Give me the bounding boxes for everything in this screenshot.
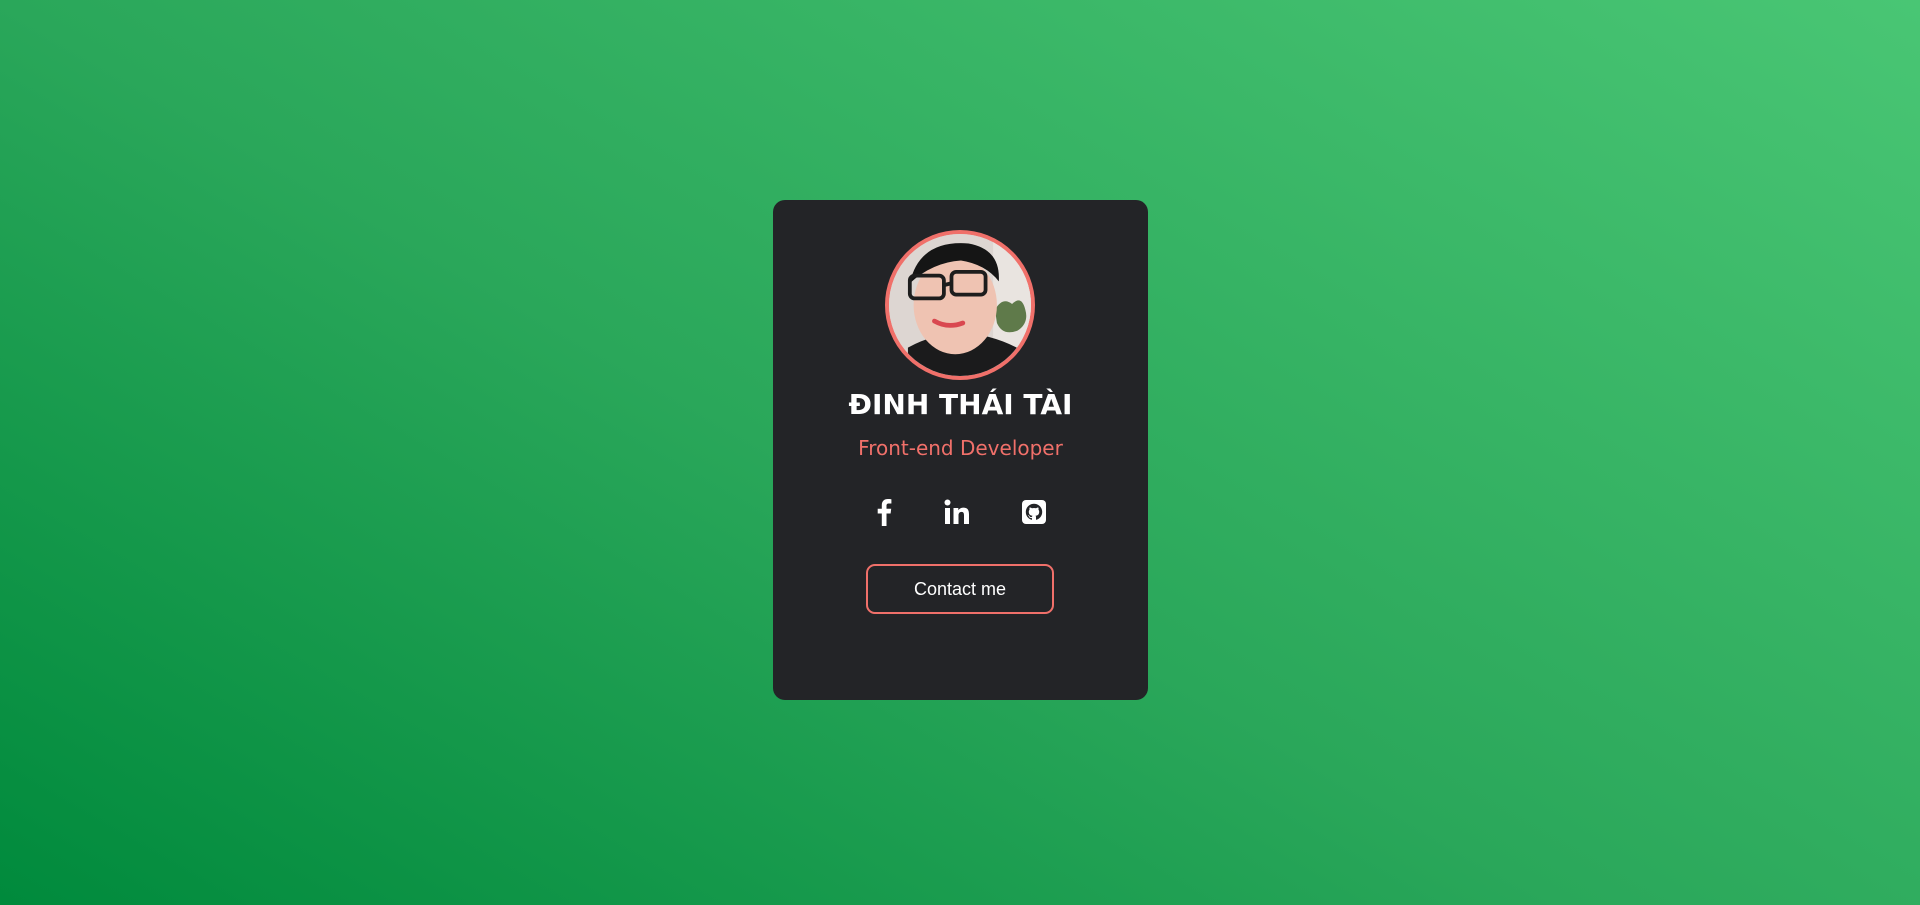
avatar-photo	[889, 234, 1031, 376]
facebook-link[interactable]	[864, 492, 904, 532]
profile-role: Front-end Developer	[858, 436, 1063, 460]
profile-card: ĐINH THÁI TÀI Front-end Developer Contac…	[773, 200, 1148, 700]
social-links	[773, 492, 1148, 532]
contact-button[interactable]: Contact me	[866, 564, 1054, 614]
profile-name: ĐINH THÁI TÀI	[848, 388, 1073, 421]
github-link[interactable]	[1014, 492, 1054, 532]
facebook-icon	[877, 499, 892, 526]
avatar	[885, 230, 1035, 380]
github-icon	[1022, 500, 1046, 524]
linkedin-link[interactable]	[937, 492, 977, 532]
linkedin-icon	[944, 499, 969, 524]
